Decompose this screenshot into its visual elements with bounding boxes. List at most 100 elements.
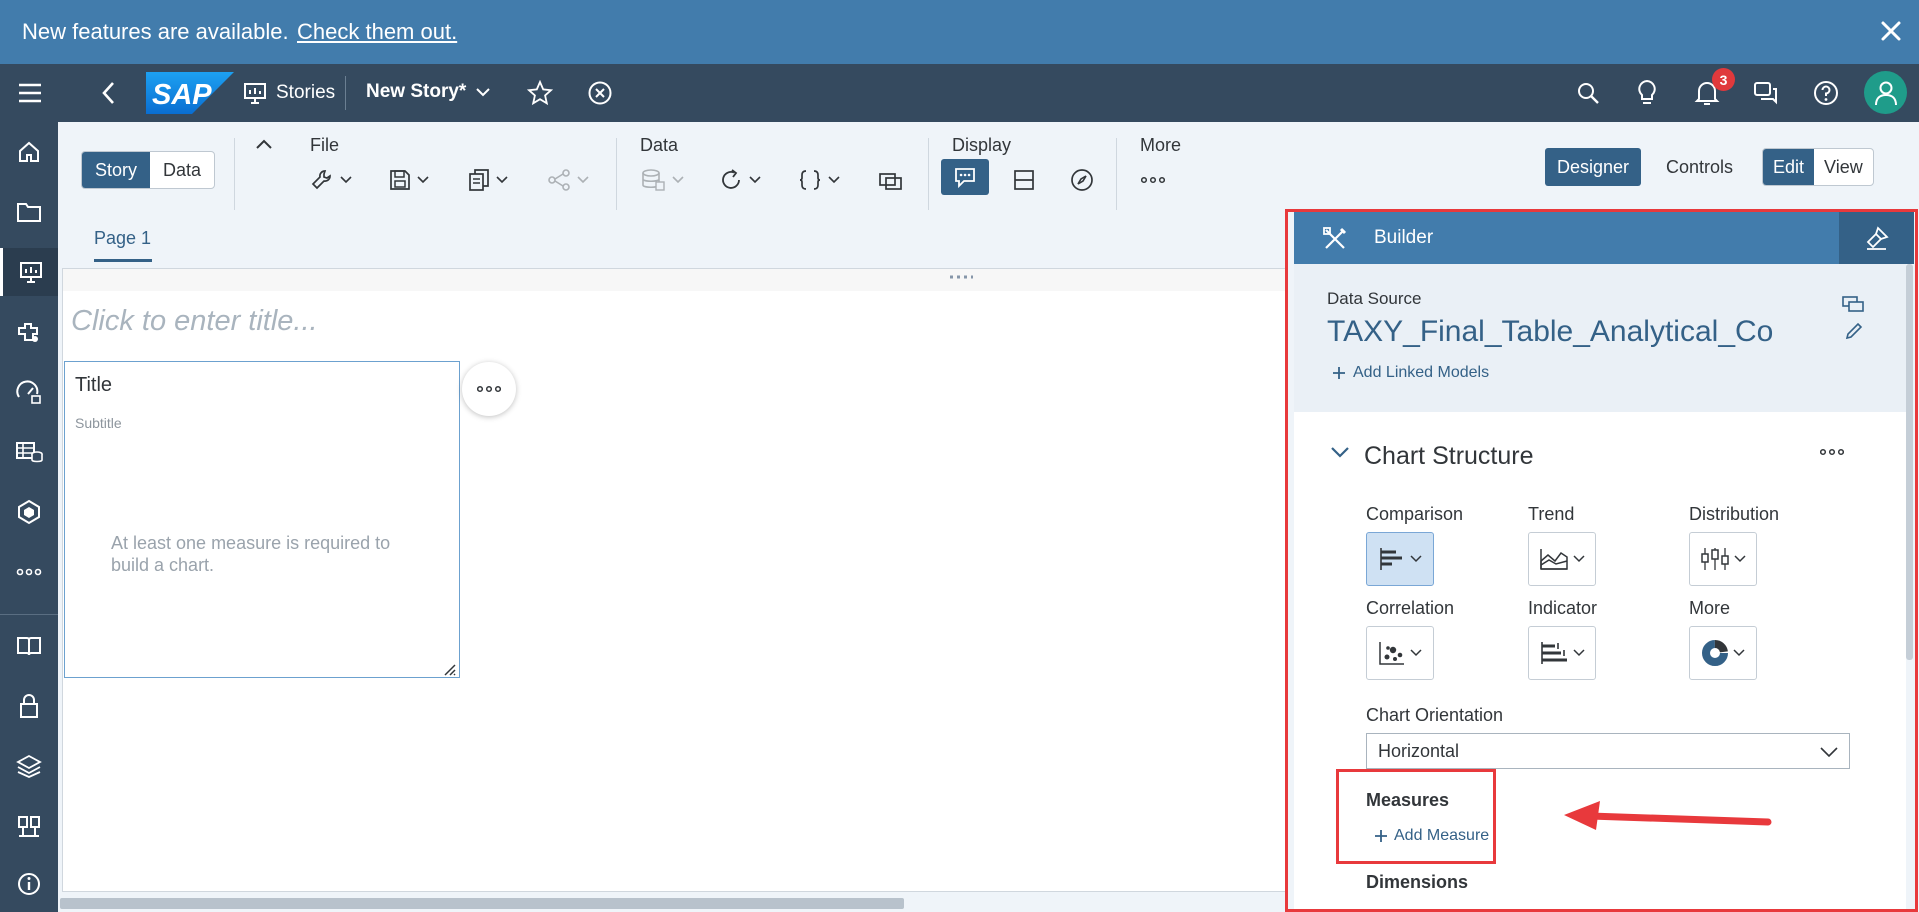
search-icon[interactable] [1576, 81, 1600, 105]
horizontal-scrollbar-thumb[interactable] [60, 898, 904, 909]
chevron-down-icon [476, 88, 491, 97]
chevron-down-icon [828, 176, 840, 184]
widget-menu-button[interactable] [462, 362, 516, 416]
toolbar: Story Data File Data Display More Design… [58, 122, 1919, 214]
page-title-placeholder[interactable]: Click to enter title... [71, 305, 318, 338]
chevron-down-icon [672, 176, 684, 184]
back-icon[interactable] [101, 81, 117, 105]
collapse-icon[interactable] [255, 138, 273, 150]
side-navigation [0, 122, 58, 912]
overflow-icon [1141, 176, 1165, 184]
layout-icon [1014, 170, 1034, 190]
comments-button[interactable] [941, 159, 989, 195]
overflow-icon [477, 385, 501, 393]
dashboard-icon[interactable] [0, 368, 58, 416]
edit-button[interactable]: Edit [1763, 149, 1815, 185]
user-icon [1874, 81, 1897, 105]
app-label[interactable]: Stories [276, 82, 335, 104]
compass-icon [1071, 169, 1093, 191]
story-title[interactable]: New Story * [366, 81, 491, 103]
lightbulb-icon[interactable] [1636, 79, 1658, 107]
banner-link[interactable]: Check them out. [297, 19, 457, 45]
lock-icon[interactable] [0, 682, 58, 730]
refresh-icon [722, 169, 740, 189]
share-menu-button[interactable] [547, 162, 589, 198]
mode-toggle: Story Data [81, 151, 216, 189]
designer-button[interactable]: Designer [1545, 148, 1642, 186]
home-icon[interactable] [0, 128, 58, 176]
wrench-icon [311, 170, 331, 190]
shell-bar: SAP Stories New Story * 3 [0, 64, 1919, 122]
formula-menu-button[interactable] [798, 162, 840, 198]
more-apps-icon[interactable] [0, 548, 58, 596]
chart-widget[interactable]: Title Subtitle At least one measure is r… [64, 361, 460, 678]
divider [616, 138, 617, 210]
favorite-icon[interactable] [527, 80, 553, 106]
divider [1116, 138, 1117, 210]
svg-text:SAP: SAP [152, 79, 212, 111]
data-source-icon [642, 169, 665, 191]
layout-button[interactable] [1012, 162, 1036, 198]
feature-banner: New features are available. Check them o… [0, 0, 1919, 64]
chat-icon[interactable] [1753, 80, 1779, 106]
comment-icon [955, 168, 975, 189]
cancel-circle-icon[interactable] [587, 80, 613, 106]
chevron-down-icon [496, 176, 508, 184]
divider [0, 614, 58, 615]
add-data-button[interactable] [640, 162, 684, 198]
linked-analysis-button[interactable] [878, 162, 904, 198]
stories-nav-icon[interactable] [0, 248, 58, 296]
file-group-label: File [310, 135, 340, 155]
chevron-down-icon [340, 176, 352, 184]
display-group-label: Display [952, 135, 1012, 155]
close-icon[interactable] [1878, 18, 1904, 44]
folder-icon[interactable] [0, 188, 58, 236]
refresh-menu-button[interactable] [719, 162, 761, 198]
menu-icon[interactable] [17, 82, 43, 104]
save-menu-button[interactable] [389, 162, 429, 198]
story-mode-button[interactable]: Story [82, 152, 151, 188]
modified-mark: * [458, 81, 467, 102]
tools-menu-button[interactable] [310, 162, 352, 198]
link-boxes-icon [879, 173, 902, 190]
controls-button[interactable]: Controls [1666, 157, 1733, 178]
copy-icon [469, 169, 489, 191]
stories-icon [243, 81, 267, 105]
info-icon[interactable] [0, 860, 58, 908]
view-button[interactable]: View [1814, 149, 1873, 185]
tab-page-1[interactable]: Page 1 [94, 228, 151, 249]
divider [234, 138, 235, 210]
data-group-label: Data [640, 135, 679, 155]
widget-title[interactable]: Title [75, 374, 112, 397]
avatar[interactable] [1864, 71, 1907, 114]
chevron-down-icon [749, 176, 761, 184]
divider [928, 138, 929, 210]
message-line-2: build a chart. [111, 555, 215, 575]
analytic-app-icon[interactable] [0, 308, 58, 356]
share-icon [548, 169, 570, 191]
story-title-text: New Story [366, 81, 459, 102]
notification-badge: 3 [1712, 68, 1735, 91]
more-options-button[interactable] [1141, 162, 1165, 198]
learning-icon[interactable] [0, 622, 58, 670]
measures-highlight-box [1336, 769, 1496, 864]
resize-handle-icon[interactable] [442, 662, 456, 676]
connections-icon[interactable] [0, 802, 58, 850]
explorer-button[interactable] [1070, 162, 1094, 198]
data-mode-button[interactable]: Data [150, 152, 214, 188]
copy-menu-button[interactable] [468, 162, 508, 198]
help-icon[interactable] [1813, 80, 1839, 106]
drag-handle-icon[interactable] [948, 274, 974, 280]
data-table-icon[interactable] [0, 428, 58, 476]
edit-view-toggle: Edit View [1762, 148, 1874, 186]
annotation-arrow [1560, 798, 1772, 838]
model-icon[interactable] [0, 488, 58, 536]
banner-message: New features are available. [22, 19, 289, 44]
braces-icon [799, 170, 821, 190]
widget-subtitle[interactable]: Subtitle [75, 415, 122, 431]
title-bar [63, 269, 1287, 291]
chevron-down-icon [577, 176, 589, 184]
message-line-1: At least one measure is required to [111, 533, 391, 553]
deployment-icon[interactable] [0, 742, 58, 790]
divider [345, 76, 346, 110]
